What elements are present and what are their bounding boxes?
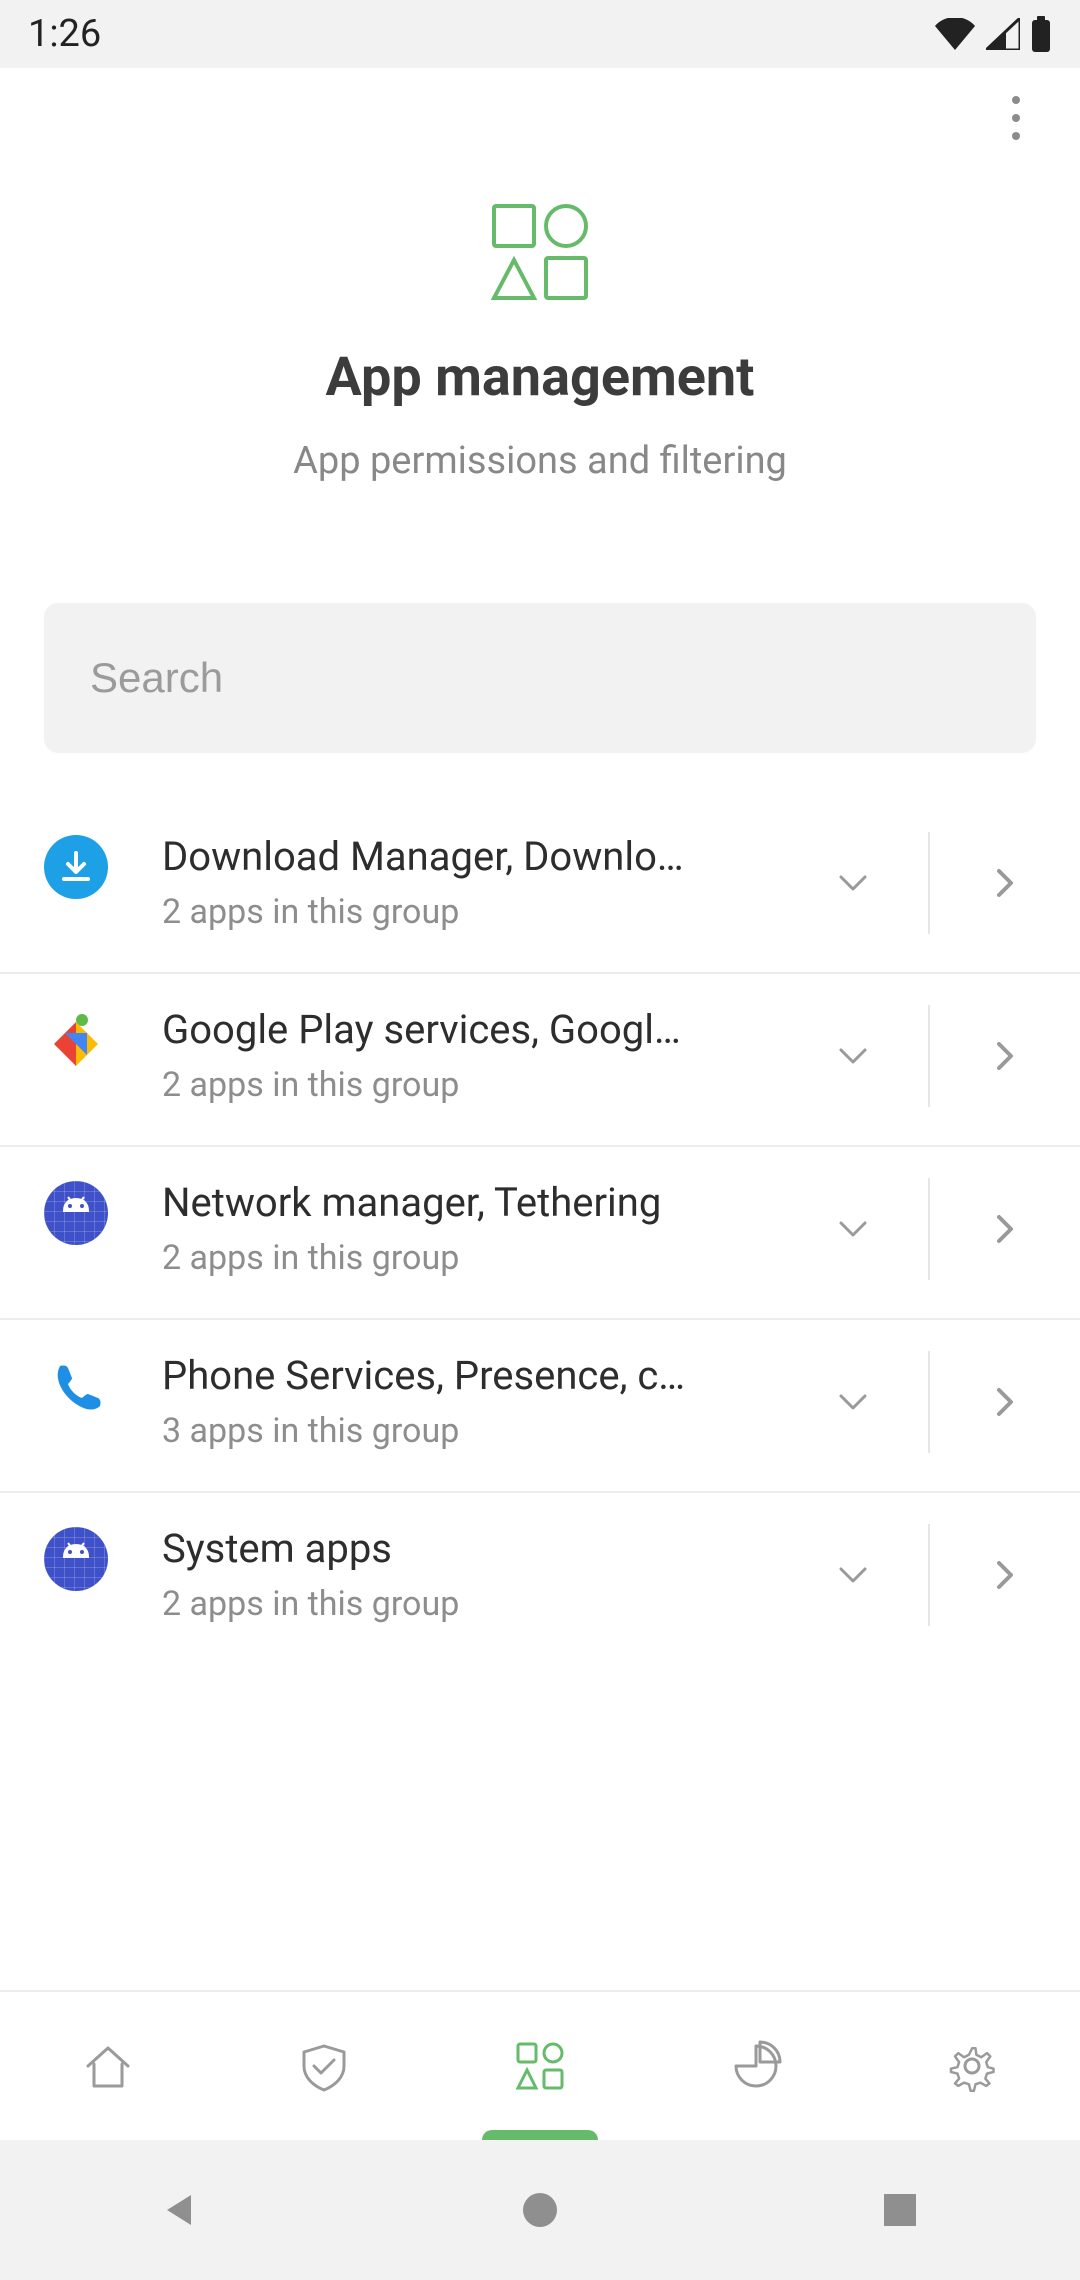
app-group-row[interactable]: Download Manager, Downlo… 2 apps in this…: [0, 801, 1080, 974]
expand-button[interactable]: [778, 1485, 928, 1664]
gear-icon: [946, 2040, 998, 2092]
group-subtitle: 2 apps in this group: [162, 1238, 778, 1278]
shield-check-icon: [298, 2040, 350, 2092]
group-title: Network manager, Tethering: [162, 1179, 742, 1226]
cellular-icon: [986, 18, 1020, 50]
page-title: App management: [0, 346, 1080, 409]
apps-shapes-icon: [512, 2038, 568, 2094]
phone-icon: [44, 1354, 108, 1418]
chevron-right-icon: [989, 1559, 1021, 1591]
sys-home-button[interactable]: [510, 2180, 570, 2240]
sys-recent-button[interactable]: [870, 2180, 930, 2240]
expand-button[interactable]: [778, 1312, 928, 1491]
group-title: System apps: [162, 1525, 742, 1572]
nav-active-indicator: [482, 2130, 598, 2140]
group-title: Download Manager, Downlo…: [162, 833, 742, 880]
status-time: 1:26: [28, 12, 101, 56]
android-icon: [44, 1181, 108, 1245]
circle-home-icon: [519, 2189, 561, 2231]
details-button[interactable]: [930, 793, 1080, 972]
group-title: Phone Services, Presence, c…: [162, 1352, 742, 1399]
expand-button[interactable]: [778, 966, 928, 1145]
download-icon: [44, 835, 108, 899]
group-subtitle: 2 apps in this group: [162, 1584, 778, 1624]
nav-apps[interactable]: [432, 1992, 648, 2140]
triangle-back-icon: [159, 2189, 201, 2231]
square-recent-icon: [881, 2191, 919, 2229]
page-subtitle: App permissions and filtering: [0, 439, 1080, 483]
app-group-row[interactable]: Phone Services, Presence, c… 3 apps in t…: [0, 1320, 1080, 1493]
sys-back-button[interactable]: [150, 2180, 210, 2240]
status-icons: [934, 16, 1052, 52]
app-group-row[interactable]: Network manager, Tethering 2 apps in thi…: [0, 1147, 1080, 1320]
details-button[interactable]: [930, 1312, 1080, 1491]
group-subtitle: 2 apps in this group: [162, 892, 778, 932]
nav-home[interactable]: [0, 1992, 216, 2140]
action-bar: [0, 68, 1080, 168]
chevron-down-icon: [835, 865, 871, 901]
chevron-right-icon: [989, 1213, 1021, 1245]
expand-button[interactable]: [778, 1139, 928, 1318]
apps-shapes-icon: [486, 198, 594, 306]
nav-settings[interactable]: [864, 1992, 1080, 2140]
nav-statistics[interactable]: [648, 1992, 864, 2140]
more-options-button[interactable]: [976, 78, 1056, 158]
status-bar: 1:26: [0, 0, 1080, 68]
chevron-right-icon: [989, 867, 1021, 899]
chevron-down-icon: [835, 1211, 871, 1247]
app-screen: App management App permissions and filte…: [0, 68, 1080, 2140]
hero-section: App management App permissions and filte…: [0, 168, 1080, 553]
app-group-row[interactable]: Google Play services, Googl… 2 apps in t…: [0, 974, 1080, 1147]
home-icon: [82, 2040, 134, 2092]
play-services-icon: [44, 1008, 108, 1072]
group-subtitle: 2 apps in this group: [162, 1065, 778, 1105]
details-button[interactable]: [930, 1485, 1080, 1664]
system-nav-bar: [0, 2140, 1080, 2280]
search-input[interactable]: [44, 603, 1036, 753]
search-container: [0, 553, 1080, 801]
expand-button[interactable]: [778, 793, 928, 972]
chevron-down-icon: [835, 1384, 871, 1420]
details-button[interactable]: [930, 1139, 1080, 1318]
android-icon: [44, 1527, 108, 1591]
chevron-right-icon: [989, 1040, 1021, 1072]
bottom-nav: [0, 1990, 1080, 2140]
chevron-down-icon: [835, 1557, 871, 1593]
more-vert-icon: [1012, 96, 1020, 140]
chevron-down-icon: [835, 1038, 871, 1074]
group-title: Google Play services, Googl…: [162, 1006, 742, 1053]
pie-chart-icon: [730, 2040, 782, 2092]
nav-protection[interactable]: [216, 1992, 432, 2140]
wifi-icon: [934, 18, 976, 50]
app-group-row[interactable]: System apps 2 apps in this group: [0, 1493, 1080, 1664]
app-group-list: Download Manager, Downlo… 2 apps in this…: [0, 801, 1080, 2140]
details-button[interactable]: [930, 966, 1080, 1145]
battery-icon: [1030, 16, 1052, 52]
group-subtitle: 3 apps in this group: [162, 1411, 778, 1451]
chevron-right-icon: [989, 1386, 1021, 1418]
